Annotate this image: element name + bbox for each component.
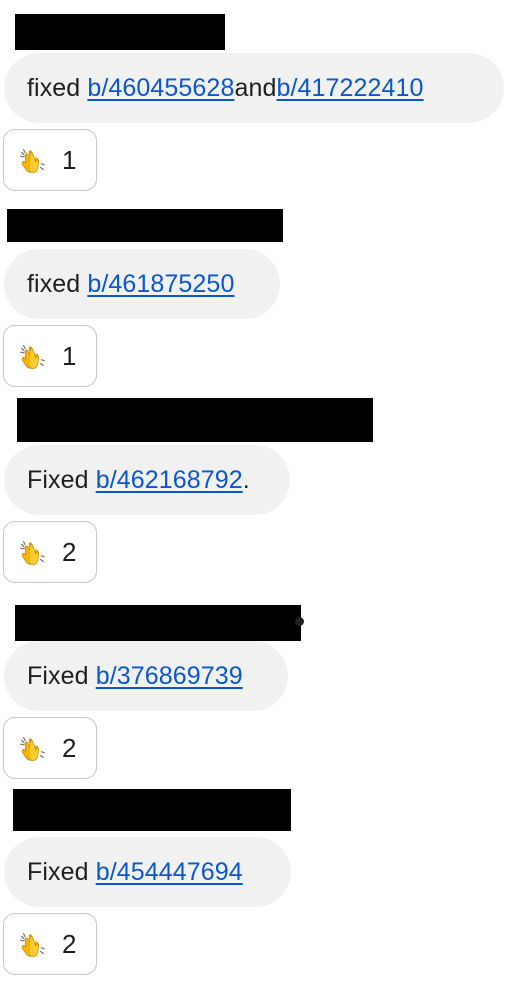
message-text: Fixed	[27, 857, 89, 886]
bug-link[interactable]: b/454447694	[96, 858, 243, 887]
message-text: Fixed	[27, 661, 89, 690]
bug-link[interactable]: b/417222410	[276, 74, 423, 103]
clap-reaction-button[interactable]: 1	[3, 129, 97, 191]
reaction-count: 2	[62, 732, 77, 763]
clap-reaction-button[interactable]: 2	[3, 913, 97, 975]
clap-reaction-button[interactable]: 1	[3, 325, 97, 387]
redacted-sender-name	[15, 605, 301, 641]
clapping-hands-icon	[20, 933, 45, 957]
bug-link[interactable]: b/462168792	[96, 466, 243, 495]
message-text: fixed	[27, 73, 81, 102]
message-text: and	[234, 73, 277, 102]
message-bubble: Fixed b/462168792.	[4, 445, 290, 515]
reaction-count: 2	[62, 536, 77, 567]
clapping-hands-icon	[20, 541, 45, 565]
redacted-sender-name	[7, 209, 283, 242]
clapping-hands-icon	[20, 149, 45, 173]
status-dot	[295, 617, 304, 626]
message-text: Fixed	[27, 465, 89, 494]
clap-reaction-button[interactable]: 2	[3, 521, 97, 583]
bug-link[interactable]: b/461875250	[87, 270, 234, 299]
clapping-hands-icon	[20, 737, 45, 761]
message-bubble: fixed b/460455628 and b/417222410	[4, 53, 504, 123]
message-text: fixed	[27, 269, 81, 298]
redacted-sender-name	[15, 14, 225, 50]
reaction-count: 2	[62, 928, 77, 959]
message-bubble: fixed b/461875250	[4, 249, 280, 319]
message-bubble: Fixed b/376869739	[4, 641, 288, 711]
message-text: .	[242, 465, 250, 494]
reaction-count: 1	[62, 340, 77, 371]
bug-link[interactable]: b/460455628	[87, 74, 234, 103]
redacted-sender-name	[13, 789, 291, 831]
reaction-count: 1	[62, 144, 77, 175]
bug-link[interactable]: b/376869739	[96, 662, 243, 691]
clapping-hands-icon	[20, 345, 45, 369]
message-bubble: Fixed b/454447694	[4, 837, 291, 907]
clap-reaction-button[interactable]: 2	[3, 717, 97, 779]
redacted-sender-name	[17, 398, 373, 442]
